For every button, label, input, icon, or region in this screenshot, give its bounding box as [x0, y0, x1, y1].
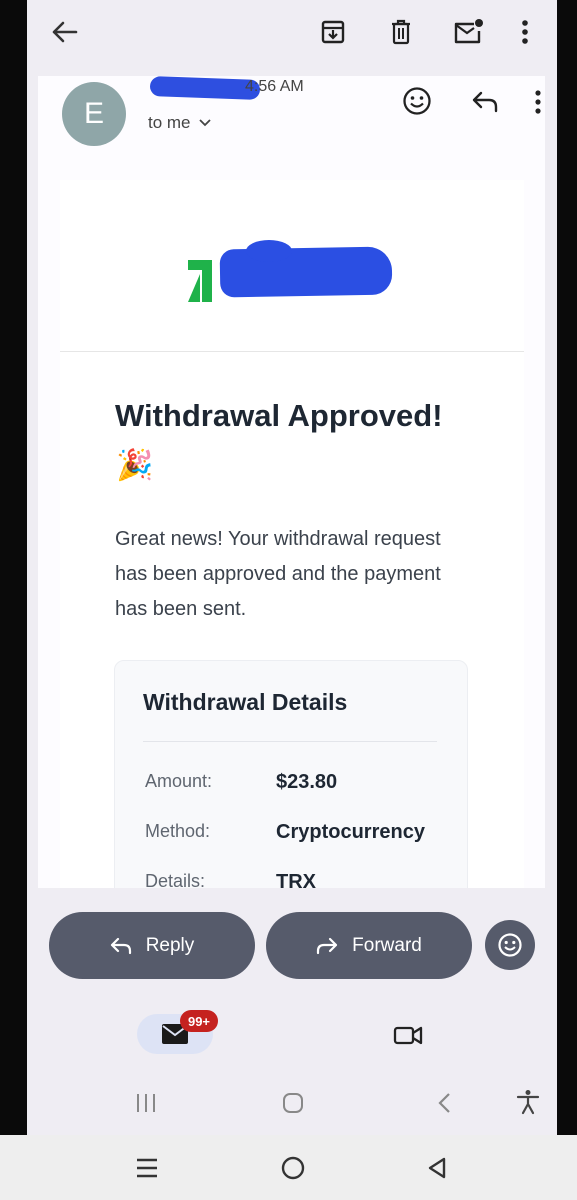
reply-label: Reply: [145, 934, 195, 956]
top-app-bar: [27, 0, 557, 66]
recipient-details[interactable]: to me: [148, 113, 211, 133]
forward-label: Forward: [352, 934, 422, 956]
emoji-reaction-icon[interactable]: [400, 84, 434, 118]
email-more-icon[interactable]: [528, 86, 545, 118]
meet-tab[interactable]: [391, 1020, 425, 1050]
outer-navigation-bar: [0, 1135, 577, 1200]
sender-name-redaction: [149, 76, 261, 100]
add-reaction-button[interactable]: [485, 920, 535, 970]
delete-icon[interactable]: [385, 16, 417, 48]
video-camera-icon: [393, 1026, 423, 1045]
right-bezel: [557, 0, 577, 1135]
back-arrow-icon[interactable]: [49, 16, 81, 48]
back-icon[interactable]: [429, 1088, 459, 1118]
outer-menu-icon[interactable]: [132, 1153, 162, 1183]
brand-name-redaction: [219, 246, 393, 298]
email-message: Great news! Your withdrawal request has …: [115, 528, 441, 620]
left-bezel: [0, 0, 27, 1135]
withdrawal-details-box: Withdrawal Details Amount: $23.80 Method…: [114, 660, 468, 888]
outer-back-icon[interactable]: [422, 1153, 452, 1183]
recipient-label: to me: [148, 113, 191, 132]
reply-arrow-icon: [110, 937, 131, 954]
email-time: 4:56 AM: [245, 78, 304, 95]
outer-home-icon[interactable]: [278, 1153, 308, 1183]
forward-arrow-icon: [317, 937, 338, 954]
accessibility-icon[interactable]: [513, 1086, 543, 1118]
email-body-card: Withdrawal Approved! 🎉 Great news! Your …: [60, 180, 524, 888]
archive-icon[interactable]: [317, 16, 349, 48]
email-headline: Withdrawal Approved!: [115, 398, 443, 433]
more-options-icon[interactable]: [511, 16, 539, 48]
sender-avatar[interactable]: E: [62, 82, 126, 146]
unread-count-badge: 99+: [180, 1010, 218, 1032]
details-value: TRX: [276, 871, 316, 888]
amount-value: $23.80: [276, 771, 338, 793]
email-view: E 4:56 AM to me Withdrawal Approved! 🎉 G…: [38, 76, 545, 888]
details-label: Details:: [145, 871, 206, 888]
chevron-down-icon: [198, 119, 211, 127]
amount-label: Amount:: [145, 771, 213, 791]
method-value: Cryptocurrency: [276, 821, 425, 843]
brand-header: [60, 180, 524, 352]
gmail-screen: E 4:56 AM to me Withdrawal Approved! 🎉 G…: [27, 0, 557, 1135]
smiley-icon: [498, 933, 522, 957]
reply-button[interactable]: Reply: [49, 912, 255, 979]
mark-unread-icon[interactable]: [451, 14, 485, 48]
party-popper-icon: 🎉: [116, 449, 154, 482]
method-label: Method:: [145, 821, 211, 841]
forward-button[interactable]: Forward: [266, 912, 472, 979]
details-title: Withdrawal Details: [143, 689, 348, 715]
details-divider: [143, 741, 437, 742]
recent-apps-icon[interactable]: [131, 1088, 161, 1118]
system-navigation-bar: [27, 1072, 557, 1135]
brand-name-redaction-scribble: [246, 240, 292, 262]
reply-icon[interactable]: [468, 86, 502, 118]
bottom-navigation: 99+: [27, 1000, 557, 1072]
home-icon[interactable]: [278, 1088, 308, 1118]
